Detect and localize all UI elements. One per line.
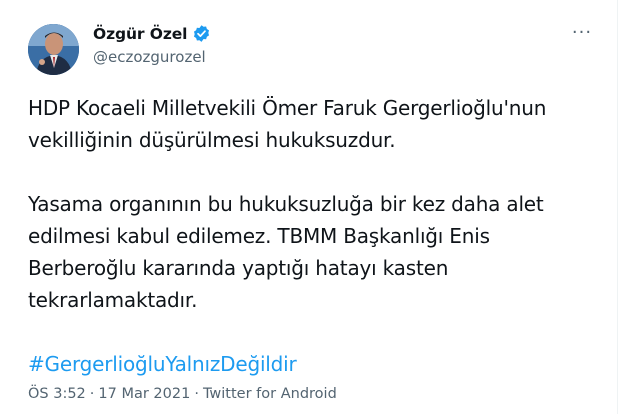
author-name-row[interactable]: Özgür Özel [93,24,211,43]
tweet-date[interactable]: 17 Mar 2021 [98,386,190,402]
tweet-metadata: ÖS 3:52 · 17 Mar 2021 · Twitter for Andr… [28,386,337,402]
verified-badge-icon [192,24,211,43]
tweet-text-line: Berberoğlu kararında yaptığı hatayı kast… [28,256,449,280]
tweet-text-line: edilmesi kabul edilemez. TBMM Başkanlığı… [28,224,490,248]
tweet-body: HDP Kocaeli Milletvekili Ömer Faruk Gerg… [28,92,596,380]
author-name[interactable]: Özgür Özel [93,25,188,43]
author-handle[interactable]: @eczozgurozel [93,48,206,66]
tweet-card: Özgür Özel @eczozgurozel ··· HDP Kocaeli… [0,0,618,414]
tweet-text-line: vekilliğinin düşürülmesi hukuksuzdur. [28,128,396,152]
tweet-text-line: tekrarlamaktadır. [28,288,198,312]
meta-separator: · [89,386,95,402]
more-options-icon[interactable]: ··· [568,22,596,44]
tweet-text-line: HDP Kocaeli Milletvekili Ömer Faruk Gerg… [28,96,547,120]
avatar[interactable] [28,24,79,75]
hashtag-link[interactable]: #GergerlioğluYalnızDeğildir [28,352,297,376]
meta-separator: · [194,386,199,402]
tweet-time[interactable]: ÖS 3:52 [28,386,86,402]
avatar-image [28,24,79,75]
tweet-text-line: Yasama organının bu hukuksuzluğa bir kez… [28,192,544,216]
tweet-source[interactable]: Twitter for Android [203,386,337,402]
